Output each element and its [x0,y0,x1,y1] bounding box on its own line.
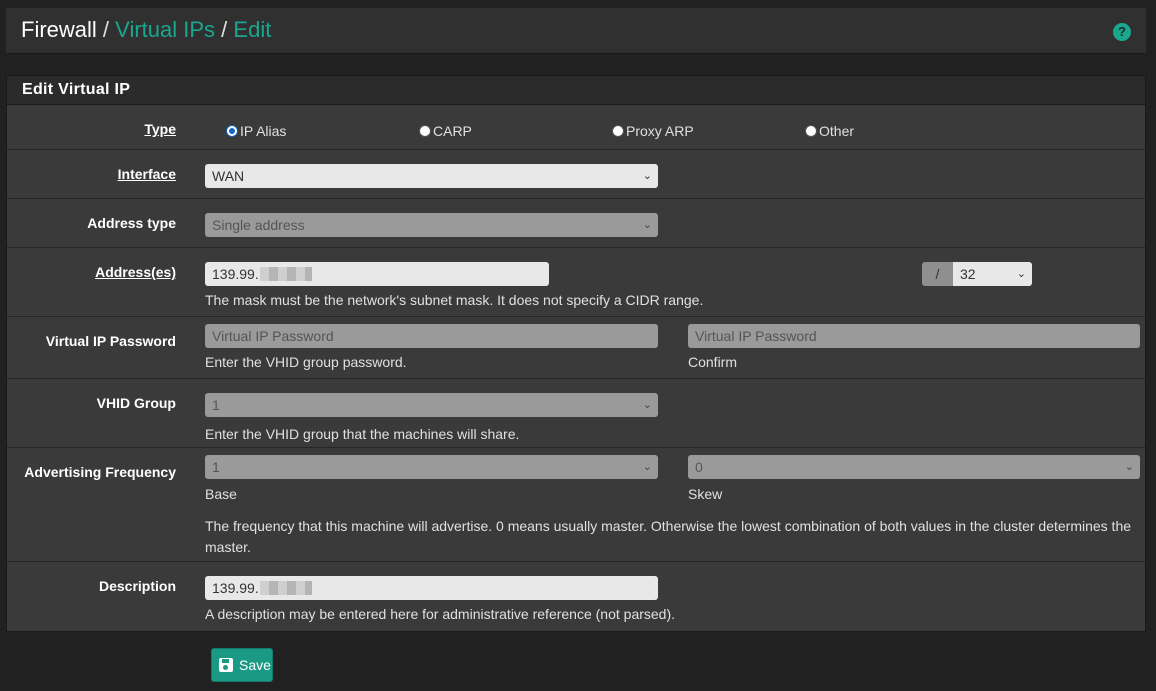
radio-carp[interactable]: CARP [419,123,472,139]
breadcrumb-edit[interactable]: Edit [233,17,271,42]
address-help: The mask must be the network's subnet ma… [205,292,704,308]
chevron-down-icon: ⌄ [642,461,652,473]
vip-password-label: Virtual IP Password [45,333,176,349]
type-label: Type [144,121,176,137]
vip-password-confirm-help: Confirm [688,354,738,370]
type-row: Type [7,106,1145,150]
adv-base-value: 1 [212,459,220,475]
description-input[interactable]: 139.99. [205,576,658,600]
description-value: 139.99. [212,580,259,596]
adv-freq-help-line1: The frequency that this machine will adv… [205,518,1132,534]
radio-label: IP Alias [240,123,287,139]
adv-skew-select[interactable]: 0 ⌄ [688,455,1140,479]
radio-label: Other [819,123,855,139]
cidr-mask-value: 32 [960,266,976,282]
adv-skew-help: Skew [688,486,723,502]
adv-skew-value: 0 [695,459,703,475]
panel-title: Edit Virtual IP [7,76,1145,105]
chevron-down-icon: ⌄ [642,170,652,182]
description-help: A description may be entered here for ad… [205,606,676,622]
adv-base-select[interactable]: 1 ⌄ [205,455,658,479]
chevron-down-icon: ⌄ [1016,268,1026,280]
vhid-help: Enter the VHID group that the machines w… [205,426,520,442]
interface-row: Interface WAN ⌄ [7,150,1145,199]
adv-freq-row: Advertising Frequency 1 ⌄ 0 ⌄ Base Skew … [7,448,1145,562]
description-row: Description 139.99. A description may be… [7,562,1145,631]
vhid-row: VHID Group 1 ⌄ Enter the VHID group that… [7,379,1145,448]
address-input[interactable]: 139.99. [205,262,549,286]
radio-selected-icon [226,125,238,137]
radio-ip-alias[interactable]: IP Alias [226,123,286,139]
radio-proxy-arp[interactable]: Proxy ARP [612,123,694,139]
cidr-mask-select[interactable]: 32 ⌄ [953,262,1032,286]
breadcrumb-virtual-ips[interactable]: Virtual IPs [115,17,215,42]
breadcrumb-separator: / [102,17,110,42]
vip-password-row: Virtual IP Password Virtual IP Password … [7,317,1145,379]
interface-label: Interface [117,166,176,182]
vip-password-confirm-placeholder: Virtual IP Password [695,328,817,344]
vhid-value: 1 [212,397,220,413]
help-icon[interactable]: ? [1113,23,1131,41]
interface-select[interactable]: WAN ⌄ [205,164,658,188]
vip-password-placeholder: Virtual IP Password [212,328,334,344]
chevron-down-icon: ⌄ [642,399,652,411]
chevron-down-icon: ⌄ [1124,461,1134,473]
description-label: Description [98,578,176,594]
radio-icon [612,125,624,137]
adv-base-help: Base [205,486,237,502]
radio-other[interactable]: Other [805,123,854,139]
radio-icon [805,125,817,137]
edit-virtual-ip-panel: Edit Virtual IP Type IP Alias CARP Proxy… [6,75,1146,632]
save-label: Save [239,657,271,673]
address-type-value: Single address [212,217,305,233]
page-header: Firewall / Virtual IPs / Edit ? [6,8,1146,54]
address-type-select[interactable]: Single address ⌄ [205,213,658,237]
radio-label: CARP [433,123,472,139]
vhid-label: VHID Group [96,395,176,411]
address-value: 139.99. [212,266,259,282]
vip-password-help: Enter the VHID group password. [205,354,407,370]
address-row: Address(es) 139.99. / 32 ⌄ The mask must… [7,248,1145,317]
address-label: Address(es) [95,264,176,280]
radio-icon [419,125,431,137]
vip-password-confirm-input[interactable]: Virtual IP Password [688,324,1140,348]
vhid-select[interactable]: 1 ⌄ [205,393,658,417]
chevron-down-icon: ⌄ [642,219,652,231]
adv-freq-help-line2: master. [205,539,251,555]
breadcrumb: Firewall / Virtual IPs / Edit [21,17,271,43]
adv-freq-label: Advertising Frequency [24,464,176,480]
address-type-row: Address type Single address ⌄ [7,199,1145,248]
redacted-text [259,267,312,281]
address-type-label: Address type [87,215,176,231]
breadcrumb-separator: / [221,17,228,42]
redacted-text [259,581,312,595]
vip-password-input[interactable]: Virtual IP Password [205,324,658,348]
floppy-disk-icon [219,658,233,672]
cidr-slash: / [922,262,953,286]
interface-value: WAN [212,168,245,184]
breadcrumb-firewall: Firewall [21,17,97,42]
radio-label: Proxy ARP [626,123,694,139]
save-button[interactable]: Save [211,648,273,682]
